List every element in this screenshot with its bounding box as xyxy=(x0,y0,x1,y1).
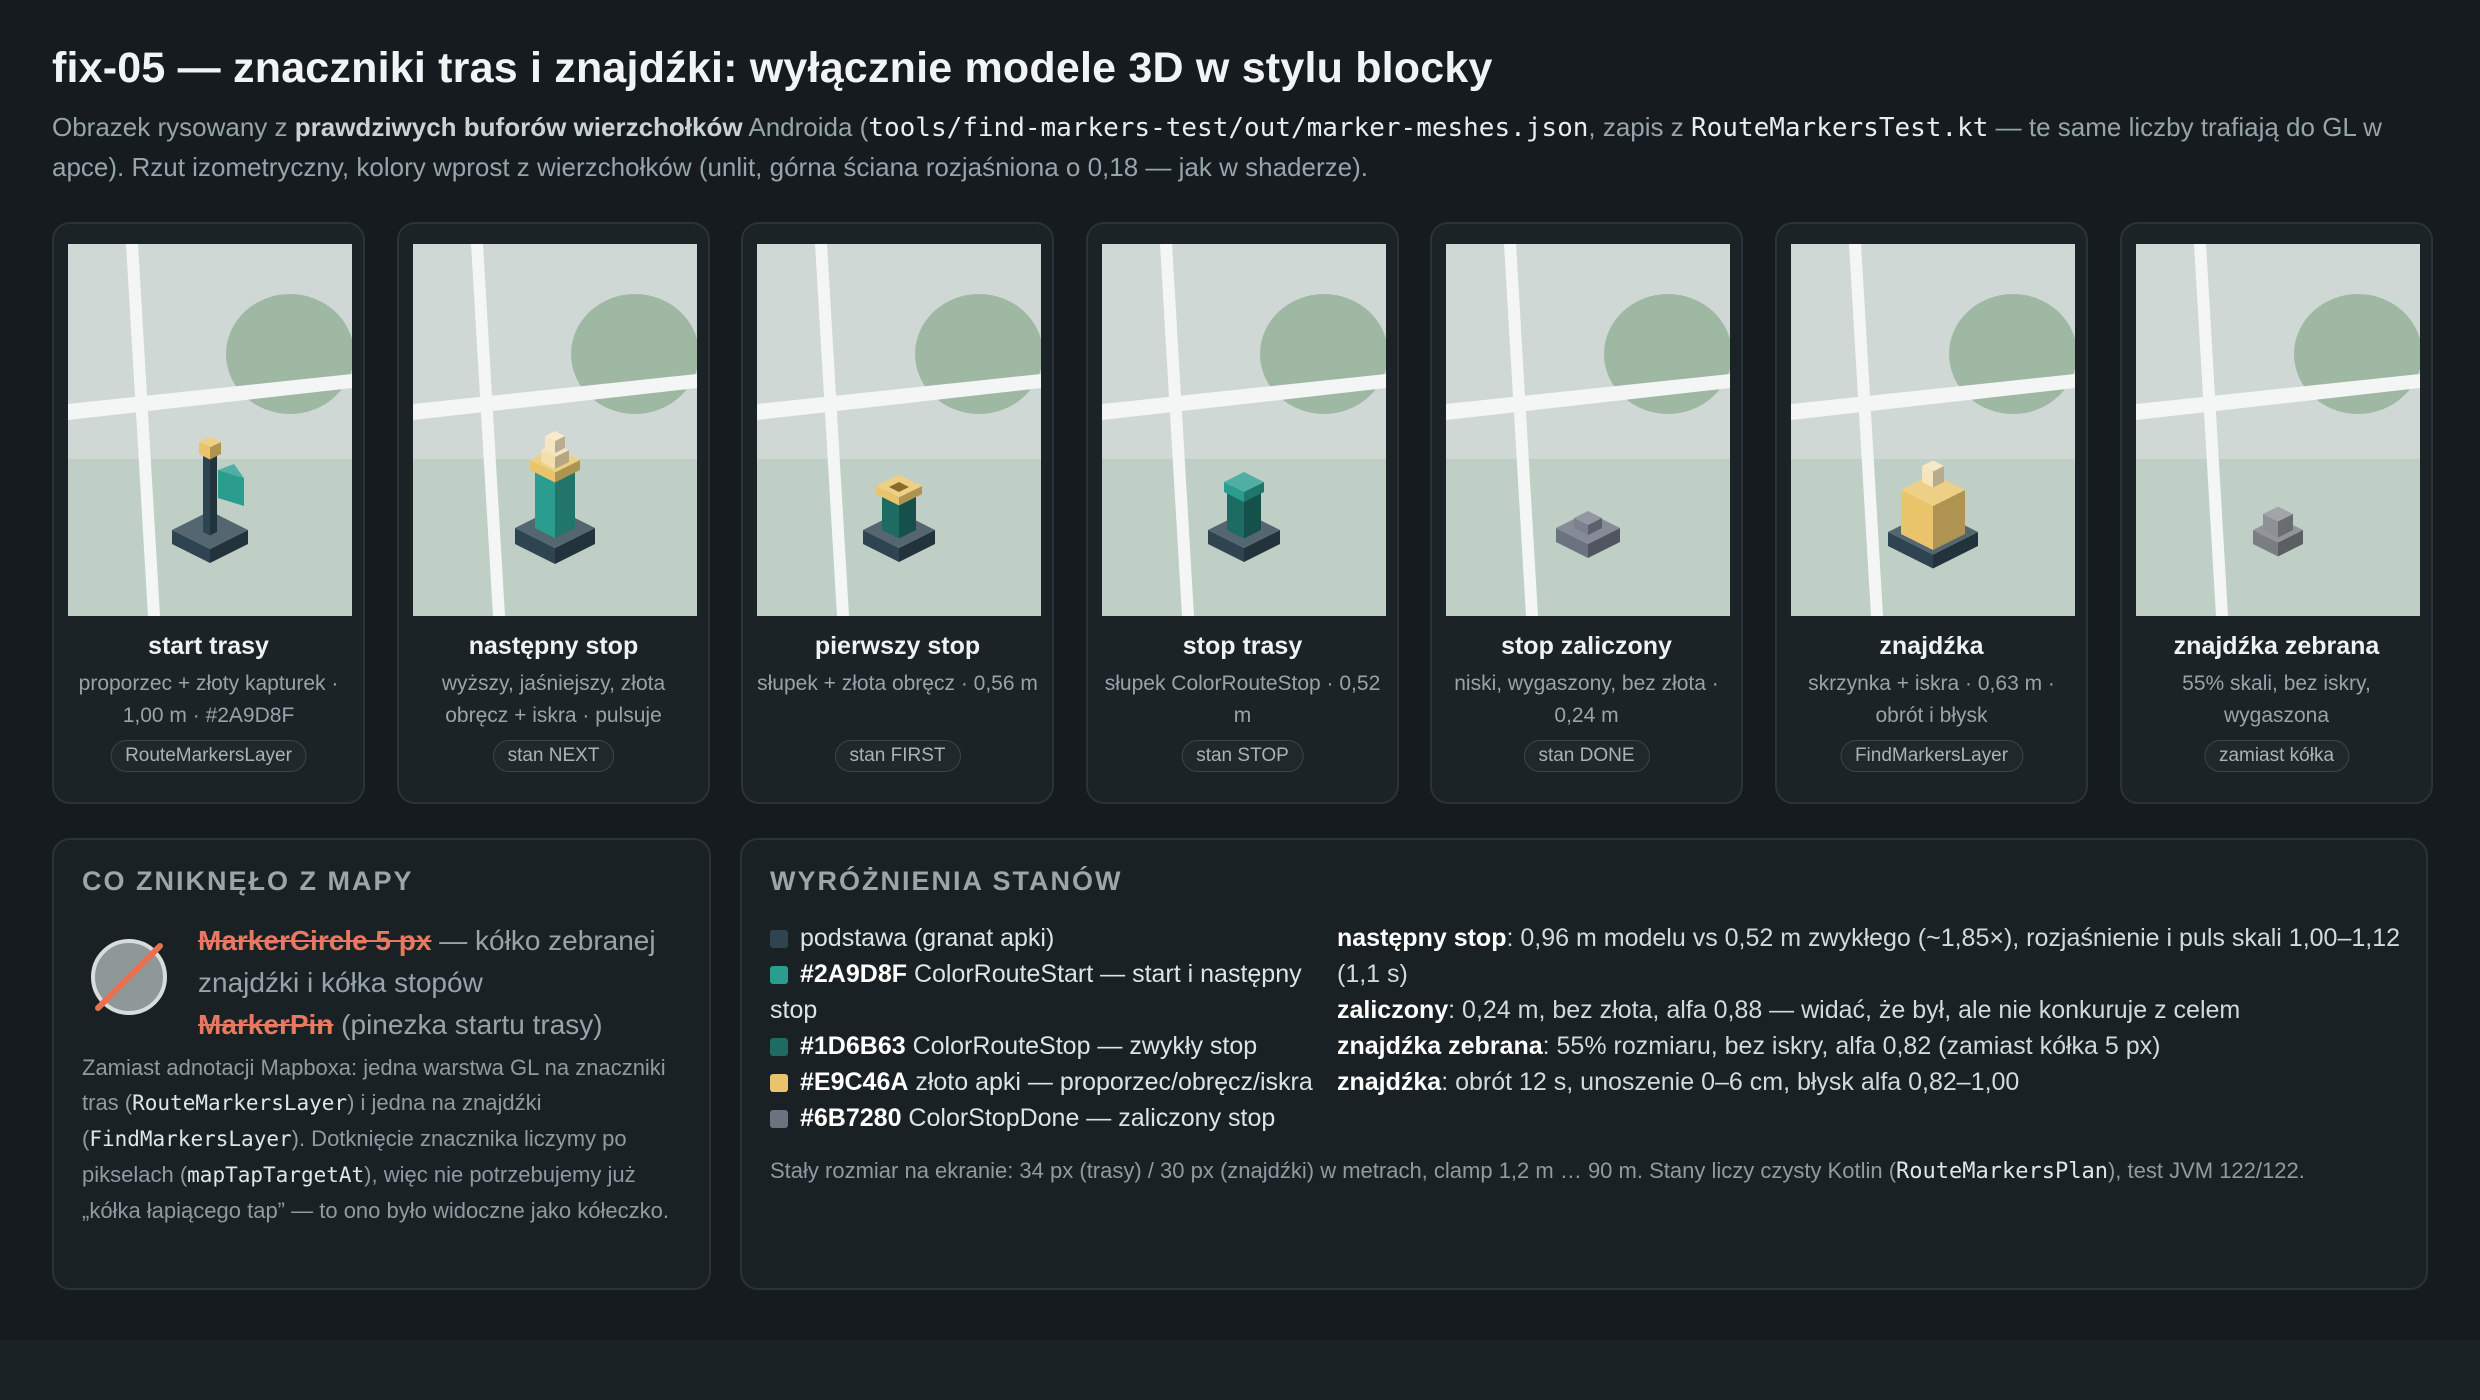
marker-card-tag: stan FIRST xyxy=(834,740,961,772)
lead-text-1: Obrazek rysowany z xyxy=(52,112,295,142)
legend-code: #2A9D8F xyxy=(800,960,907,988)
marker-preview-done xyxy=(1446,244,1730,616)
lead-text-2: Androida ( xyxy=(742,112,869,142)
marker-cards: start trasy proporzec + złoty kapturek · … xyxy=(52,222,2433,806)
legend-row: #1D6B63 ColorRouteStop — zwykły stop xyxy=(770,1028,1320,1064)
marker-card-tag: stan NEXT xyxy=(492,740,615,772)
states-footer-note: Stały rozmiar na ekranie: 34 px (trasy) … xyxy=(770,1154,2410,1189)
marker-card-desc: wyższy, jaśniejszy, złota obręcz + iskra… xyxy=(441,672,666,727)
states-panel: WYRÓŻNIENIA STANÓW podstawa (granat apki… xyxy=(740,838,2428,1290)
marker-card-tag: stan STOP xyxy=(1181,740,1304,772)
color-swatch xyxy=(770,966,788,984)
legend-code: #6B7280 xyxy=(800,1104,902,1132)
gone-panel-title: CO ZNIKNĘŁO Z MAPY xyxy=(82,866,414,896)
gone-note: Zamiast adnotacji Mapboxa: jedna warstwa… xyxy=(82,1050,692,1228)
marker-card-desc: niski, wygaszony, bez złota · 0,24 m xyxy=(1454,672,1719,727)
highlight-label: zaliczony xyxy=(1337,996,1449,1024)
lead-text-3: , zapis z xyxy=(1588,112,1691,142)
marker-card-name: stop trasy xyxy=(1182,632,1303,660)
marker-card-name: następny stop xyxy=(468,632,639,660)
marker-card-tag: stan DONE xyxy=(1523,740,1650,772)
color-legend: podstawa (granat apki) #2A9D8F ColorRoute… xyxy=(770,920,1320,1136)
page-lead: Obrazek rysowany z prawdziwych buforów w… xyxy=(52,108,2412,187)
bottom-band xyxy=(0,1340,2480,1400)
marker-card-name: znajdźka zebrana xyxy=(2173,632,2380,660)
marker-card-name: znajdźka xyxy=(1879,632,1984,660)
highlight-text: : 55% rozmiaru, bez iskry, alfa 0,82 (za… xyxy=(1542,1032,2161,1060)
footer-code: RouteMarkersPlan xyxy=(1896,1159,2108,1184)
marker-card-tag: zamiast kółka xyxy=(2203,740,2350,772)
highlight-row: znajdźka: obrót 12 s, unoszenie 0–6 cm, … xyxy=(1337,1064,2407,1100)
marker-preview-next xyxy=(413,244,697,616)
color-swatch xyxy=(770,1110,788,1128)
marker-card: stop zaliczony niski, wygaszony, bez złot… xyxy=(1430,222,1743,804)
gone-note-code-2: FindMarkersLayer xyxy=(89,1127,292,1151)
marker-card-tag: FindMarkersLayer xyxy=(1839,740,2024,772)
gone-list: MarkerCircle 5 px — kółko zebranej znajd… xyxy=(198,920,688,1046)
legend-text: złoto apki — proporzec/obręcz/iskra xyxy=(908,1068,1313,1096)
marker-card-desc: słupek ColorRouteStop · 0,52 m xyxy=(1104,672,1381,727)
gone-note-code-3: mapTapTargetAt xyxy=(187,1163,365,1187)
legend-code: #E9C46A xyxy=(800,1068,909,1096)
highlight-label: znajdźka xyxy=(1337,1068,1442,1096)
marker-card-desc: skrzynka + iskra · 0,63 m · obrót i błys… xyxy=(1808,672,2055,727)
state-highlights: następny stop: 0,96 m modelu vs 0,52 m z… xyxy=(1337,920,2407,1100)
marker-card-desc: słupek + złota obręcz · 0,56 m xyxy=(757,672,1038,695)
color-swatch xyxy=(770,1038,788,1056)
legend-row: #6B7280 ColorStopDone — zaliczony stop xyxy=(770,1100,1320,1136)
marker-preview-find xyxy=(1791,244,2075,616)
footer-text-2: ), test JVM 122/122. xyxy=(2107,1158,2305,1183)
marker-card: stop trasy słupek ColorRouteStop · 0,52 m… xyxy=(1086,222,1399,804)
legend-row: podstawa (granat apki) xyxy=(770,920,1320,956)
highlight-label: następny stop xyxy=(1337,924,1507,952)
states-panel-title: WYRÓŻNIENIA STANÓW xyxy=(770,866,1123,896)
legend-text: ColorRouteStop — zwykły stop xyxy=(905,1032,1258,1060)
marker-preview-collected xyxy=(2136,244,2420,616)
marker-card-desc: 55% skali, bez iskry, wygaszona xyxy=(2182,672,2371,727)
lead-code-path: tools/find-markers-test/out/marker-meshe… xyxy=(868,113,1589,143)
lead-bold: prawdziwych buforów wierzchołków xyxy=(294,112,743,142)
legend-text: ColorStopDone — zaliczony stop xyxy=(901,1104,1276,1132)
marker-card: znajdźka skrzynka + iskra · 0,63 m · obró… xyxy=(1775,222,2088,804)
highlight-row: zaliczony: 0,24 m, bez złota, alfa 0,88 … xyxy=(1337,992,2407,1028)
footer-text-1: Stały rozmiar na ekranie: 34 px (trasy) … xyxy=(770,1158,1897,1183)
color-swatch xyxy=(770,930,788,948)
color-swatch xyxy=(770,1074,788,1092)
highlight-text: : 0,24 m, bez złota, alfa 0,88 — widać, … xyxy=(1448,996,2241,1024)
marker-card: start trasy proporzec + złoty kapturek · … xyxy=(52,222,365,804)
marker-card-name: stop zaliczony xyxy=(1501,632,1672,660)
highlight-label: znajdźka zebrana xyxy=(1337,1032,1543,1060)
marker-preview-flag xyxy=(68,244,352,616)
marker-card-desc: proporzec + złoty kapturek · 1,00 m · #2… xyxy=(78,672,339,727)
marker-preview-first xyxy=(757,244,1041,616)
removed-marker-pin: MarkerPin xyxy=(198,1009,334,1040)
gone-note-code-1: RouteMarkersLayer xyxy=(132,1091,348,1115)
marker-card: następny stop wyższy, jaśniejszy, złota o… xyxy=(397,222,710,804)
marker-preview-stop xyxy=(1102,244,1386,616)
legend-text: podstawa (granat apki) xyxy=(800,924,1055,952)
marker-card-name: start trasy xyxy=(148,632,269,660)
highlight-row: następny stop: 0,96 m modelu vs 0,52 m z… xyxy=(1337,920,2407,992)
legend-row: #E9C46A złoto apki — proporzec/obręcz/is… xyxy=(770,1064,1320,1100)
marker-card-name: pierwszy stop xyxy=(814,632,981,660)
legend-row: #2A9D8F ColorRouteStart — start i następ… xyxy=(770,956,1320,1028)
removed-marker-circle: MarkerCircle 5 px xyxy=(198,925,432,956)
marker-card: znajdźka zebrana 55% skali, bez iskry, wy… xyxy=(2120,222,2433,804)
legend-code: #1D6B63 xyxy=(800,1032,906,1060)
removed-circle-icon xyxy=(91,939,167,1015)
gone-panel: CO ZNIKNĘŁO Z MAPY MarkerCircle 5 px — k… xyxy=(52,838,711,1290)
highlight-text: : obrót 12 s, unoszenie 0–6 cm, błysk al… xyxy=(1441,1068,2020,1096)
highlight-row: znajdźka zebrana: 55% rozmiaru, bez iskr… xyxy=(1337,1028,2407,1064)
marker-card-tag: RouteMarkersLayer xyxy=(110,740,307,772)
lead-code-file: RouteMarkersTest.kt xyxy=(1690,113,1989,143)
page-title: fix-05 — znaczniki tras i znajdźki: wyłą… xyxy=(52,44,1493,92)
removed-marker-pin-desc: (pinezka startu trasy) xyxy=(333,1009,603,1040)
marker-card: pierwszy stop słupek + złota obręcz · 0,5… xyxy=(741,222,1054,804)
